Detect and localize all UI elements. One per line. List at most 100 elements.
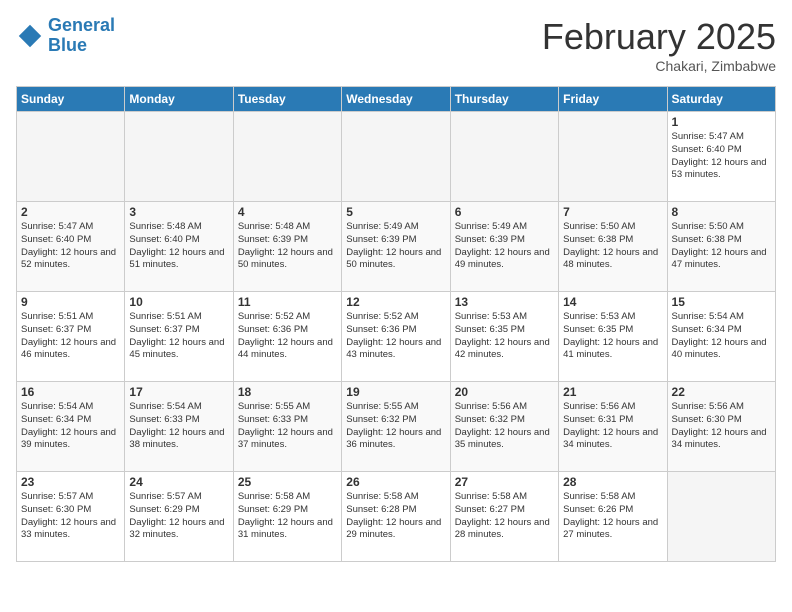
calendar-day-cell: 18 Sunrise: 5:55 AM Sunset: 6:33 PM Dayli… [233, 382, 341, 472]
day-info: Sunrise: 5:47 AM Sunset: 6:40 PM Dayligh… [672, 131, 771, 182]
day-info: Sunrise: 5:55 AM Sunset: 6:32 PM Dayligh… [346, 401, 445, 452]
day-info: Sunrise: 5:52 AM Sunset: 6:36 PM Dayligh… [346, 311, 445, 362]
calendar-day-cell: 12 Sunrise: 5:52 AM Sunset: 6:36 PM Dayli… [342, 292, 450, 382]
day-info: Sunrise: 5:55 AM Sunset: 6:33 PM Dayligh… [238, 401, 337, 452]
calendar-day-cell [450, 112, 558, 202]
logo-blue: Blue [48, 35, 87, 55]
day-info: Sunrise: 5:53 AM Sunset: 6:35 PM Dayligh… [563, 311, 662, 362]
calendar-day-cell: 17 Sunrise: 5:54 AM Sunset: 6:33 PM Dayli… [125, 382, 233, 472]
day-info: Sunrise: 5:53 AM Sunset: 6:35 PM Dayligh… [455, 311, 554, 362]
calendar-day-cell: 15 Sunrise: 5:54 AM Sunset: 6:34 PM Dayli… [667, 292, 775, 382]
day-number: 11 [238, 295, 337, 309]
day-number: 23 [21, 475, 120, 489]
calendar-week-row: 9Sunrise: 5:51 AM Sunset: 6:37 PM Daylig… [17, 292, 776, 382]
day-info: Sunrise: 5:52 AM Sunset: 6:36 PM Dayligh… [238, 311, 337, 362]
day-info: Sunrise: 5:50 AM Sunset: 6:38 PM Dayligh… [672, 221, 771, 272]
calendar-day-cell: 19 Sunrise: 5:55 AM Sunset: 6:32 PM Dayli… [342, 382, 450, 472]
day-info: Sunrise: 5:56 AM Sunset: 6:31 PM Dayligh… [563, 401, 662, 452]
calendar-day-cell: 9Sunrise: 5:51 AM Sunset: 6:37 PM Daylig… [17, 292, 125, 382]
day-number: 1 [672, 115, 771, 129]
calendar-day-cell: 13 Sunrise: 5:53 AM Sunset: 6:35 PM Dayli… [450, 292, 558, 382]
day-number: 17 [129, 385, 228, 399]
day-info: Sunrise: 5:57 AM Sunset: 6:30 PM Dayligh… [21, 491, 120, 542]
calendar-day-cell [125, 112, 233, 202]
day-of-week-header: Saturday [667, 87, 775, 112]
day-number: 4 [238, 205, 337, 219]
day-info: Sunrise: 5:54 AM Sunset: 6:33 PM Dayligh… [129, 401, 228, 452]
month-title: February 2025 [542, 16, 776, 58]
day-number: 18 [238, 385, 337, 399]
calendar-day-cell: 6Sunrise: 5:49 AM Sunset: 6:39 PM Daylig… [450, 202, 558, 292]
day-number: 19 [346, 385, 445, 399]
day-info: Sunrise: 5:54 AM Sunset: 6:34 PM Dayligh… [672, 311, 771, 362]
day-number: 12 [346, 295, 445, 309]
day-info: Sunrise: 5:54 AM Sunset: 6:34 PM Dayligh… [21, 401, 120, 452]
day-of-week-header: Monday [125, 87, 233, 112]
calendar-day-cell: 10 Sunrise: 5:51 AM Sunset: 6:37 PM Dayli… [125, 292, 233, 382]
calendar-day-cell: 3Sunrise: 5:48 AM Sunset: 6:40 PM Daylig… [125, 202, 233, 292]
calendar-day-cell [233, 112, 341, 202]
day-number: 13 [455, 295, 554, 309]
day-number: 16 [21, 385, 120, 399]
logo-icon [16, 22, 44, 50]
day-info: Sunrise: 5:51 AM Sunset: 6:37 PM Dayligh… [21, 311, 120, 362]
day-info: Sunrise: 5:48 AM Sunset: 6:39 PM Dayligh… [238, 221, 337, 272]
calendar-day-cell [667, 472, 775, 562]
calendar-day-cell [342, 112, 450, 202]
calendar-day-cell: 25Sunrise: 5:58 AM Sunset: 6:29 PM Dayli… [233, 472, 341, 562]
calendar-day-cell: 8 Sunrise: 5:50 AM Sunset: 6:38 PM Daylig… [667, 202, 775, 292]
day-of-week-header: Sunday [17, 87, 125, 112]
day-number: 20 [455, 385, 554, 399]
calendar-day-cell: 2 Sunrise: 5:47 AM Sunset: 6:40 PM Daylig… [17, 202, 125, 292]
day-number: 21 [563, 385, 662, 399]
day-number: 2 [21, 205, 120, 219]
day-number: 25 [238, 475, 337, 489]
day-of-week-header: Thursday [450, 87, 558, 112]
day-number: 3 [129, 205, 228, 219]
calendar-day-cell: 21 Sunrise: 5:56 AM Sunset: 6:31 PM Dayli… [559, 382, 667, 472]
calendar-day-cell: 24 Sunrise: 5:57 AM Sunset: 6:29 PM Dayli… [125, 472, 233, 562]
calendar-week-row: 16 Sunrise: 5:54 AM Sunset: 6:34 PM Dayli… [17, 382, 776, 472]
calendar-day-cell: 23 Sunrise: 5:57 AM Sunset: 6:30 PM Dayli… [17, 472, 125, 562]
day-number: 7 [563, 205, 662, 219]
day-number: 27 [455, 475, 554, 489]
day-number: 14 [563, 295, 662, 309]
day-number: 22 [672, 385, 771, 399]
calendar-day-cell: 26Sunrise: 5:58 AM Sunset: 6:28 PM Dayli… [342, 472, 450, 562]
calendar-day-cell: 14 Sunrise: 5:53 AM Sunset: 6:35 PM Dayli… [559, 292, 667, 382]
day-number: 5 [346, 205, 445, 219]
calendar-week-row: 1 Sunrise: 5:47 AM Sunset: 6:40 PM Daylig… [17, 112, 776, 202]
day-info: Sunrise: 5:56 AM Sunset: 6:30 PM Dayligh… [672, 401, 771, 452]
day-number: 10 [129, 295, 228, 309]
day-info: Sunrise: 5:47 AM Sunset: 6:40 PM Dayligh… [21, 221, 120, 272]
logo-general: General [48, 15, 115, 35]
day-of-week-header: Tuesday [233, 87, 341, 112]
page-header: General Blue February 2025 Chakari, Zimb… [16, 16, 776, 74]
day-info: Sunrise: 5:58 AM Sunset: 6:27 PM Dayligh… [455, 491, 554, 542]
calendar-day-cell: 4 Sunrise: 5:48 AM Sunset: 6:39 PM Daylig… [233, 202, 341, 292]
day-number: 8 [672, 205, 771, 219]
calendar-header-row: SundayMondayTuesdayWednesdayThursdayFrid… [17, 87, 776, 112]
day-info: Sunrise: 5:58 AM Sunset: 6:26 PM Dayligh… [563, 491, 662, 542]
day-info: Sunrise: 5:56 AM Sunset: 6:32 PM Dayligh… [455, 401, 554, 452]
day-info: Sunrise: 5:50 AM Sunset: 6:38 PM Dayligh… [563, 221, 662, 272]
calendar-day-cell: 7 Sunrise: 5:50 AM Sunset: 6:38 PM Daylig… [559, 202, 667, 292]
day-number: 15 [672, 295, 771, 309]
day-info: Sunrise: 5:57 AM Sunset: 6:29 PM Dayligh… [129, 491, 228, 542]
calendar-day-cell: 16 Sunrise: 5:54 AM Sunset: 6:34 PM Dayli… [17, 382, 125, 472]
calendar-week-row: 2 Sunrise: 5:47 AM Sunset: 6:40 PM Daylig… [17, 202, 776, 292]
logo-text: General Blue [48, 16, 115, 56]
day-info: Sunrise: 5:51 AM Sunset: 6:37 PM Dayligh… [129, 311, 228, 362]
calendar-day-cell: 20 Sunrise: 5:56 AM Sunset: 6:32 PM Dayli… [450, 382, 558, 472]
calendar-day-cell: 5Sunrise: 5:49 AM Sunset: 6:39 PM Daylig… [342, 202, 450, 292]
logo: General Blue [16, 16, 115, 56]
day-of-week-header: Wednesday [342, 87, 450, 112]
day-number: 26 [346, 475, 445, 489]
day-info: Sunrise: 5:49 AM Sunset: 6:39 PM Dayligh… [455, 221, 554, 272]
calendar-week-row: 23 Sunrise: 5:57 AM Sunset: 6:30 PM Dayli… [17, 472, 776, 562]
calendar-day-cell: 11 Sunrise: 5:52 AM Sunset: 6:36 PM Dayli… [233, 292, 341, 382]
calendar-day-cell: 27 Sunrise: 5:58 AM Sunset: 6:27 PM Dayli… [450, 472, 558, 562]
calendar-day-cell: 28Sunrise: 5:58 AM Sunset: 6:26 PM Dayli… [559, 472, 667, 562]
calendar-day-cell: 22 Sunrise: 5:56 AM Sunset: 6:30 PM Dayli… [667, 382, 775, 472]
day-number: 24 [129, 475, 228, 489]
